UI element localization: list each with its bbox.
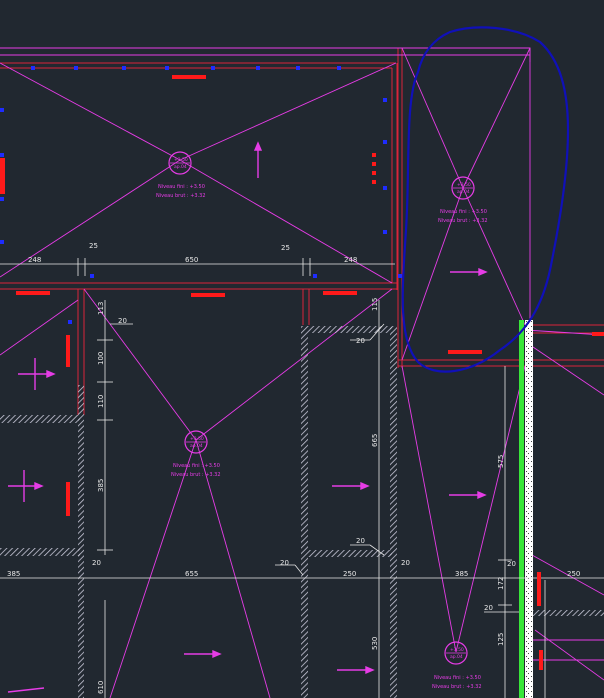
level-a-line2: Niveau brut : +3.32	[156, 193, 206, 199]
level-a-top: +3.50	[174, 157, 188, 163]
dim-20-g: 20	[507, 560, 516, 568]
level-a-line1: Niveau fini : +3.50	[158, 184, 205, 190]
dim-385-b: 385	[455, 570, 468, 578]
dim-113: 113	[97, 302, 105, 315]
dim-385-v: 385	[97, 479, 105, 492]
level-b-bottom: ap.04	[457, 189, 470, 195]
dim-655: 655	[185, 570, 198, 578]
dim-248-left: 248	[28, 256, 41, 264]
dim-25-right: 25	[281, 244, 290, 252]
level-marker-d: +3.50 ap.04 Niveau fini : +3.50 Niveau b…	[432, 641, 482, 690]
markup-annotation	[401, 26, 570, 373]
dim-20-d: 20	[92, 559, 101, 567]
level-d-bottom: ap.04	[450, 654, 463, 660]
dim-250-b: 250	[567, 570, 580, 578]
dim-20-b: 20	[356, 337, 365, 345]
highlight-strip	[519, 320, 524, 698]
level-c-line1: Niveau fini : +3.50	[173, 463, 220, 469]
dim-248-right: 248	[344, 256, 357, 264]
dim-100: 100	[97, 352, 105, 365]
dim-115: 115	[371, 298, 379, 311]
level-c-top: +3.50	[190, 436, 204, 442]
level-d-line2: Niveau brut : +3.32	[432, 684, 482, 690]
dim-530: 530	[371, 637, 379, 650]
level-c-line2: Niveau brut : +3.32	[171, 472, 221, 478]
dim-665: 665	[371, 434, 379, 447]
level-d-top: +3.50	[450, 647, 464, 653]
dim-110: 110	[97, 395, 105, 408]
level-d-line1: Niveau fini : +3.50	[434, 675, 481, 681]
dim-25-left: 25	[89, 242, 98, 250]
dim-385-a: 385	[7, 570, 20, 578]
dim-250-a: 250	[343, 570, 356, 578]
level-marker-a: +3.50 ap.04 Niveau fini : +3.50 Niveau b…	[156, 151, 206, 199]
level-c-bottom: ap.04	[190, 443, 203, 449]
dim-20-a: 20	[118, 317, 127, 325]
level-marker-b: +3.50 ap.04 Niveau fini : +3.50 Niveau b…	[438, 176, 488, 224]
level-b-top: +3.50	[457, 182, 471, 188]
dim-20-f: 20	[401, 559, 410, 567]
hatched-walls	[0, 320, 604, 698]
dimension-texts: 248 25 650 25 248 113 20 115 20 100 110 …	[7, 242, 580, 694]
dim-20-h: 20	[484, 604, 493, 612]
dim-172: 172	[497, 577, 505, 590]
dim-610: 610	[97, 681, 105, 694]
dim-20-e: 20	[280, 559, 289, 567]
cad-drawing: 248 25 650 25 248 113 20 115 20 100 110 …	[0, 26, 604, 698]
level-b-line1: Niveau fini : +3.50	[440, 209, 487, 215]
dim-650: 650	[185, 256, 198, 264]
level-marker-c: +3.50 ap.04 Niveau fini : +3.50 Niveau b…	[171, 430, 221, 478]
level-a-bottom: ap.04	[174, 164, 187, 170]
dim-575: 575	[497, 455, 505, 468]
level-b-line2: Niveau brut : +3.32	[438, 218, 488, 224]
dim-125: 125	[497, 633, 505, 646]
dim-20-c: 20	[356, 537, 365, 545]
